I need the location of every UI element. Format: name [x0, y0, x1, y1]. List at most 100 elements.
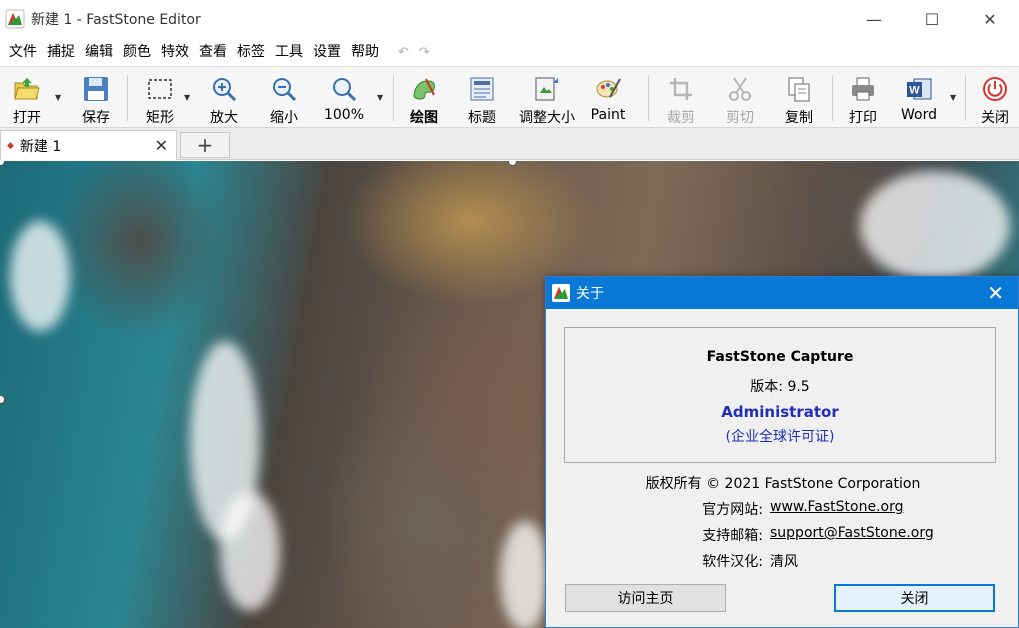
menu-help[interactable]: 帮助 [346, 38, 384, 66]
close-tab-icon[interactable]: ✕ [155, 136, 168, 155]
resize-handle[interactable] [508, 161, 517, 166]
zoom-out-button[interactable]: 缩小 [262, 67, 306, 127]
resize-icon [533, 75, 561, 103]
menu-effects[interactable]: 特效 [156, 38, 194, 66]
faststone-app-icon [552, 284, 570, 302]
zoom-100-button[interactable]: 100% [320, 67, 368, 127]
save-button[interactable]: 保存 [74, 67, 118, 127]
crop-button[interactable]: 裁剪 [659, 67, 703, 127]
paint-button[interactable]: Paint [588, 67, 628, 127]
zoom-in-label: 放大 [210, 110, 238, 126]
toolbar-separator [393, 75, 394, 121]
rectangle-select-button[interactable]: 矩形 [138, 67, 182, 127]
zoom-out-label: 缩小 [270, 110, 298, 126]
draw-palette-icon [410, 75, 438, 103]
caption-button[interactable]: 标题 [460, 67, 504, 127]
zoom-out-icon [270, 75, 298, 103]
undo-icon[interactable]: ↶ [398, 45, 409, 60]
title-bar: 新建 1 - FastStone Editor — ☐ ✕ [0, 0, 1019, 38]
registered-user: Administrator [721, 403, 839, 421]
menu-view[interactable]: 查看 [194, 38, 232, 66]
about-dialog: 关于 ✕ FastStone Capture 版本: 9.5 Administr… [545, 276, 1019, 628]
close-editor-label: 关闭 [981, 110, 1009, 126]
draw-label: 绘图 [410, 110, 438, 126]
email-link[interactable]: support@FastStone.org [770, 525, 934, 541]
crop-icon [667, 75, 695, 103]
crop-label: 裁剪 [667, 110, 695, 126]
localization-label: 软件汉化: [702, 554, 763, 570]
print-button[interactable]: 打印 [841, 67, 885, 127]
resize-label: 调整大小 [519, 110, 575, 126]
menu-capture[interactable]: 捕捉 [42, 38, 80, 66]
modified-marker-icon: ◆ [7, 140, 14, 151]
word-dropdown-icon[interactable]: ▼ [950, 93, 956, 102]
paint-label: Paint [590, 107, 626, 123]
open-button[interactable]: 打开 [4, 67, 50, 127]
website-link[interactable]: www.FastStone.org [770, 499, 904, 515]
maximize-button[interactable]: ☐ [903, 0, 961, 38]
close-window-button[interactable]: ✕ [961, 0, 1019, 38]
menu-tabs[interactable]: 标签 [232, 38, 270, 66]
zoom-dropdown-icon[interactable]: ▼ [377, 93, 383, 102]
word-icon: W [905, 75, 933, 103]
resize-handle[interactable] [0, 395, 5, 404]
toolbar-separator [965, 75, 966, 121]
photo-detail [220, 491, 280, 611]
photo-detail [10, 221, 70, 331]
scissors-icon [726, 75, 754, 103]
toolbar-separator [127, 75, 128, 121]
printer-icon [849, 75, 877, 103]
close-dialog-icon[interactable]: ✕ [987, 281, 1004, 305]
word-button[interactable]: W Word [895, 67, 943, 127]
menu-settings[interactable]: 设置 [308, 38, 346, 66]
add-tab-button[interactable]: + [180, 132, 230, 158]
open-dropdown-icon[interactable]: ▼ [55, 93, 61, 102]
tab-strip: ◆ 新建 1 ✕ + [0, 128, 1019, 160]
open-folder-icon [13, 75, 41, 103]
save-label: 保存 [82, 110, 110, 126]
zoom-in-button[interactable]: 放大 [202, 67, 246, 127]
localization-author: 清风 [770, 554, 798, 570]
email-label: 支持邮箱: [702, 528, 763, 544]
paint-icon [594, 75, 622, 103]
rectangle-dropdown-icon[interactable]: ▼ [184, 93, 190, 102]
photo-detail [500, 521, 550, 628]
close-editor-button[interactable]: 关闭 [973, 67, 1017, 127]
copyright-text: 版权所有 © 2021 FastStone Corporation [645, 476, 921, 492]
faststone-app-icon[interactable] [5, 9, 25, 29]
redo-icon[interactable]: ↷ [419, 45, 430, 60]
draw-button[interactable]: 绘图 [402, 67, 446, 127]
zoom-in-icon [210, 75, 238, 103]
caption-icon [468, 75, 496, 103]
photo-detail [860, 171, 1010, 281]
resize-handle[interactable] [0, 161, 5, 166]
close-dialog-button[interactable]: 关闭 [834, 584, 995, 612]
about-dialog-titlebar: 关于 ✕ [546, 277, 1018, 309]
word-icon-letter: W [909, 85, 920, 97]
tab-new-1[interactable]: ◆ 新建 1 ✕ [0, 130, 177, 160]
cut-button[interactable]: 剪切 [718, 67, 762, 127]
toolbar-separator [832, 75, 833, 121]
power-icon [981, 75, 1009, 103]
cut-label: 剪切 [726, 110, 754, 126]
product-name: FastStone Capture [706, 349, 854, 365]
tab-label: 新建 1 [19, 138, 62, 155]
rectangle-label: 矩形 [146, 110, 174, 126]
toolbar-separator [648, 75, 649, 121]
menu-bar: 文件 捕捉 编辑 颜色 特效 查看 标签 工具 设置 帮助 ↶ ↷ [0, 38, 1019, 66]
copy-icon [785, 75, 813, 103]
resize-button[interactable]: 调整大小 [514, 67, 580, 127]
window-title: 新建 1 - FastStone Editor [31, 12, 201, 28]
visit-homepage-button[interactable]: 访问主页 [565, 584, 726, 612]
menu-file[interactable]: 文件 [4, 38, 42, 66]
menu-tools[interactable]: 工具 [270, 38, 308, 66]
open-label: 打开 [13, 110, 41, 126]
floppy-disk-icon [82, 75, 110, 103]
website-label: 官方网站: [702, 502, 763, 518]
word-label: Word [901, 107, 937, 123]
minimize-button[interactable]: — [845, 0, 903, 38]
magnifier-icon [330, 75, 358, 103]
menu-edit[interactable]: 编辑 [80, 38, 118, 66]
copy-button[interactable]: 复制 [777, 67, 821, 127]
menu-color[interactable]: 颜色 [118, 38, 156, 66]
